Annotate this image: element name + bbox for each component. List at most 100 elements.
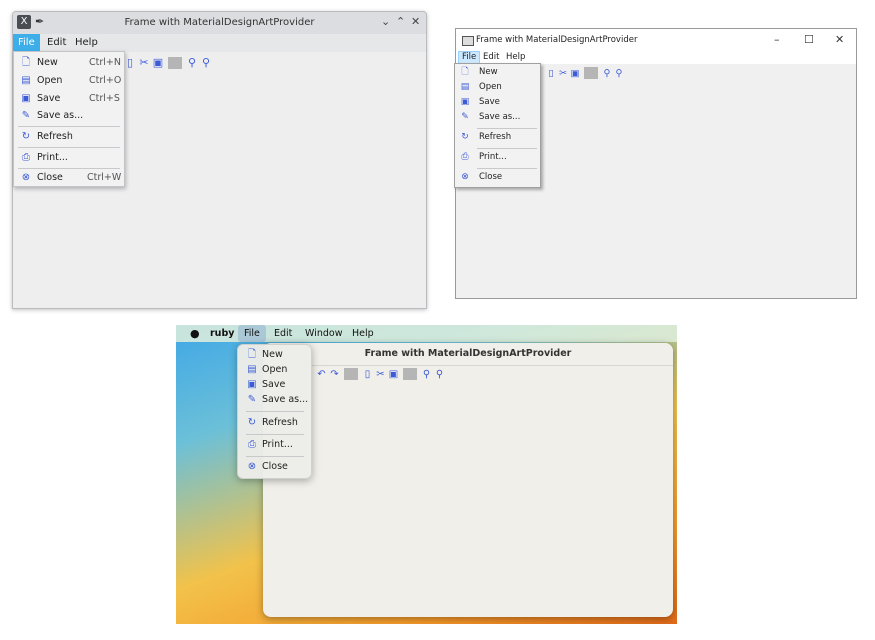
menu-item-close[interactable]: ⊗ Close Ctrl+W	[14, 169, 124, 187]
close-icon[interactable]: ✕	[411, 15, 420, 28]
menubar: File Edit Help	[13, 34, 426, 52]
search-icon[interactable]: ⚲	[185, 56, 199, 69]
menu-item-refresh[interactable]: ↻ Refresh	[455, 130, 540, 145]
menu-item-label: Save as...	[37, 110, 84, 121]
zoom-out-icon[interactable]: ⚲	[433, 369, 446, 380]
menu-item-open[interactable]: ▤ Open	[238, 362, 311, 377]
menu-item-label: Print...	[479, 152, 507, 162]
menu-item-print[interactable]: ⎙ Print...	[14, 149, 124, 167]
search-icon[interactable]: ⚲	[601, 68, 613, 79]
toolbar: ↶ ↷ ▯ ✂ ▣ ⚲ ⚲	[315, 368, 446, 380]
paste-icon[interactable]: ▣	[151, 56, 165, 69]
refresh-icon: ↻	[21, 131, 31, 142]
print-icon: ⎙	[248, 439, 256, 450]
toolbar: ▯ ✂ ▣ ⚲ ⚲	[123, 56, 213, 69]
zoom-out-icon[interactable]: ⚲	[199, 56, 213, 69]
window-title: Frame with MaterialDesignArtProvider	[124, 17, 315, 28]
menu-item-label: New	[37, 57, 58, 68]
menu-item-save-as[interactable]: ✎ Save as...	[455, 110, 540, 125]
kde-titlebar[interactable]: X ✒ Frame with MaterialDesignArtProvider…	[13, 12, 426, 34]
menu-item-new[interactable]: 🗋 New Ctrl+N	[14, 54, 124, 72]
copy-icon[interactable]: ▯	[123, 56, 137, 69]
paste-icon[interactable]: ▣	[387, 369, 400, 380]
menu-item-close[interactable]: ⊗ Close	[455, 170, 540, 185]
save-as-icon: ✎	[247, 394, 257, 405]
maximize-icon[interactable]: ⌃	[396, 15, 405, 28]
file-menu-dropdown: 🗋 New Ctrl+N ▤ Open Ctrl+O ▣ Save Ctrl+S…	[13, 51, 125, 187]
menu-separator	[246, 456, 304, 457]
menu-item-save[interactable]: ▣ Save Ctrl+S	[14, 90, 124, 108]
toolbar-separator	[584, 67, 598, 79]
menu-item-label: Refresh	[37, 131, 73, 142]
mac-menubar: ● ruby File Edit Window Help	[176, 325, 677, 342]
menu-item-label: New	[479, 67, 498, 77]
menu-item-close[interactable]: ⊗ Close	[238, 459, 311, 474]
cut-icon[interactable]: ✂	[374, 369, 387, 380]
menu-item-save[interactable]: ▣ Save	[238, 377, 311, 392]
menu-item-open[interactable]: ▤ Open Ctrl+O	[14, 72, 124, 90]
menu-item-label: Save	[37, 93, 61, 104]
menu-item-save-as[interactable]: ✎ Save as...	[238, 392, 311, 407]
search-icon[interactable]: ⚲	[420, 369, 433, 380]
cut-icon[interactable]: ✂	[137, 56, 151, 69]
shortcut-label: Ctrl+N	[89, 57, 121, 68]
menu-separator	[246, 411, 304, 412]
refresh-icon: ↻	[461, 132, 469, 142]
mac-window: Frame with MaterialDesignArtProvider ↶ ↷ ▯…	[263, 343, 673, 617]
menu-item-label: Open	[479, 82, 502, 92]
menu-item-label: Save	[262, 379, 286, 390]
menu-help[interactable]: Help	[70, 34, 103, 52]
menu-item-label: Open	[262, 364, 288, 375]
menu-window[interactable]: Window	[299, 325, 348, 342]
menu-item-label: Save	[479, 97, 500, 107]
menu-help[interactable]: Help	[346, 325, 380, 342]
menu-separator	[477, 148, 537, 149]
menu-separator	[18, 126, 120, 127]
copy-icon[interactable]: ▯	[545, 68, 557, 79]
close-icon[interactable]: ✕	[835, 33, 844, 46]
window-title: Frame with MaterialDesignArtProvider	[476, 35, 638, 45]
menu-item-refresh[interactable]: ↻ Refresh	[238, 415, 311, 430]
menu-item-label: Print...	[262, 439, 293, 450]
open-file-icon: ▤	[460, 82, 470, 92]
menu-separator	[246, 434, 304, 435]
menu-separator	[18, 147, 120, 148]
menu-item-label: Refresh	[479, 132, 512, 142]
menu-item-save-as[interactable]: ✎ Save as...	[14, 107, 124, 125]
shortcut-label: Ctrl+S	[89, 93, 120, 104]
menu-item-label: Open	[37, 75, 63, 86]
menu-item-label: Save as...	[262, 394, 309, 405]
save-as-icon: ✎	[461, 112, 469, 122]
copy-icon[interactable]: ▯	[361, 369, 374, 380]
cut-icon[interactable]: ✂	[557, 68, 569, 79]
menu-item-print[interactable]: ⎙ Print...	[455, 150, 540, 165]
menu-item-refresh[interactable]: ↻ Refresh	[14, 128, 124, 146]
minimize-icon[interactable]: –	[774, 33, 780, 46]
paste-icon[interactable]: ▣	[569, 68, 581, 79]
undo-icon[interactable]: ↶	[315, 369, 328, 380]
menu-item-open[interactable]: ▤ Open	[455, 80, 540, 95]
apple-icon[interactable]: ●	[184, 325, 206, 342]
menu-app[interactable]: ruby	[204, 325, 240, 342]
menu-item-new[interactable]: 🗋 New	[238, 347, 311, 362]
menu-edit[interactable]: Edit	[42, 34, 71, 52]
app-icon	[462, 36, 474, 46]
menu-item-new[interactable]: 🗋 New	[455, 65, 540, 80]
toolbar-separator	[403, 368, 417, 380]
menu-item-print[interactable]: ⎙ Print...	[238, 437, 311, 452]
minimize-icon[interactable]: ⌄	[381, 15, 390, 28]
menu-file[interactable]: File	[13, 34, 40, 52]
redo-icon[interactable]: ↷	[328, 369, 341, 380]
menu-separator	[477, 128, 537, 129]
toolbar-separator	[168, 57, 182, 69]
menu-file[interactable]: File	[238, 325, 266, 342]
window-title: Frame with MaterialDesignArtProvider	[263, 343, 673, 366]
file-menu-dropdown: 🗋 New ▤ Open ▣ Save ✎ Save as... ↻ Refre…	[454, 63, 541, 188]
print-icon: ⎙	[461, 152, 469, 162]
save-icon: ▣	[21, 93, 31, 104]
zoom-out-icon[interactable]: ⚲	[613, 68, 625, 79]
maximize-icon[interactable]: ☐	[804, 33, 814, 46]
open-file-icon: ▤	[21, 75, 31, 86]
menu-item-save[interactable]: ▣ Save	[455, 95, 540, 110]
menu-edit[interactable]: Edit	[268, 325, 298, 342]
